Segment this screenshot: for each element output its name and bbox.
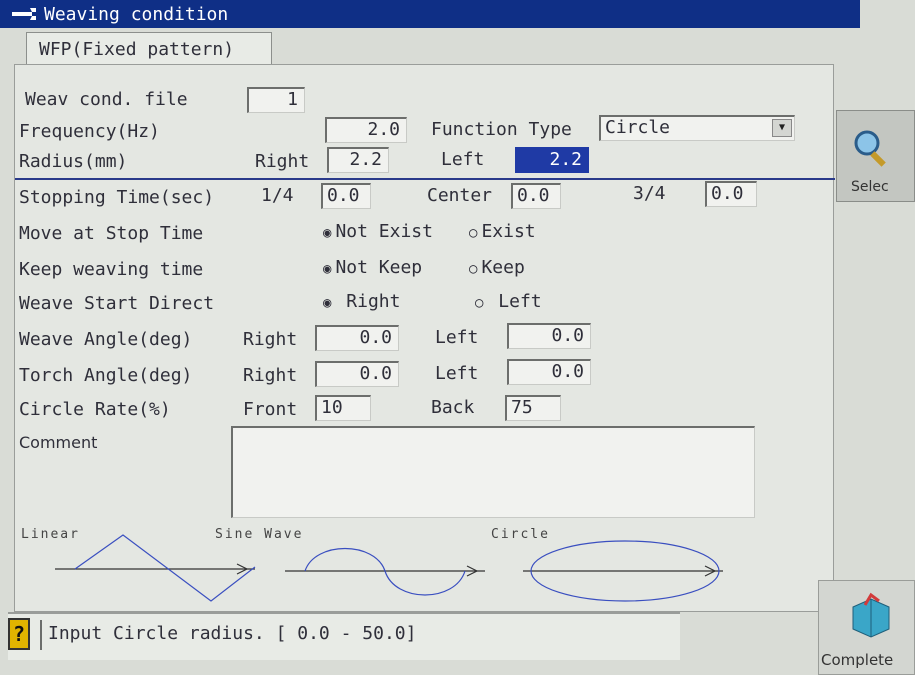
weave-start-label: Weave Start Direct xyxy=(19,293,215,314)
circle-rate-back-input[interactable]: 75 xyxy=(505,395,561,421)
torch-angle-right-input[interactable]: 0.0 xyxy=(315,361,399,387)
radius-right-label: Right xyxy=(255,151,310,172)
radio-unselected-icon[interactable]: ○ xyxy=(469,261,477,277)
move-at-stop-label: Move at Stop Time xyxy=(19,223,204,244)
file-label: Weav cond. file xyxy=(25,89,188,110)
window-title: Weaving condition xyxy=(44,3,229,25)
select-button[interactable]: Selec xyxy=(836,110,915,202)
magnifier-icon xyxy=(854,130,886,167)
weave-angle-left-label: Left xyxy=(435,327,479,348)
start-right-option[interactable]: ◉ Right xyxy=(323,291,400,312)
keep-not-keep-option[interactable]: ◉ Not Keep xyxy=(323,257,422,278)
tab-wfp-fixed-pattern[interactable]: WFP(Fixed pattern) xyxy=(26,32,272,66)
torch-angle-right-label: Right xyxy=(243,365,298,386)
comment-label: Comment xyxy=(19,433,98,452)
dropdown-arrow-icon[interactable]: ▼ xyxy=(772,119,792,137)
status-bar: ? Input Circle radius. [ 0.0 - 50.0] xyxy=(8,612,680,660)
circle-pattern-icon xyxy=(523,540,723,602)
weave-angle-left-input[interactable]: 0.0 xyxy=(507,323,591,349)
start-left-text: Left xyxy=(498,291,542,312)
divider xyxy=(15,178,835,180)
select-button-label: Selec xyxy=(851,179,889,195)
center-label: Center xyxy=(427,185,493,206)
radius-left-label: Left xyxy=(441,149,485,170)
weave-pattern-diagrams xyxy=(55,534,723,602)
three-quarter-label: 3/4 xyxy=(633,183,666,204)
weaving-form-panel: Weav cond. file 1 Frequency(Hz) 2.0 Func… xyxy=(14,64,835,612)
circle-rate-front-input[interactable]: 10 xyxy=(315,395,371,421)
start-left-option[interactable]: ○ Left xyxy=(475,291,542,312)
keep-keep-option[interactable]: ○ Keep xyxy=(469,257,525,278)
comment-textarea[interactable] xyxy=(231,426,755,518)
torch-angle-left-label: Left xyxy=(435,363,479,384)
linear-pattern-icon xyxy=(55,534,256,602)
torch-angle-label: Torch Angle(deg) xyxy=(19,365,193,386)
function-type-label: Function Type xyxy=(431,119,572,140)
complete-button[interactable]: Complete xyxy=(818,580,915,675)
circle-rate-back-label: Back xyxy=(431,397,475,418)
radio-selected-icon[interactable]: ◉ xyxy=(323,261,331,277)
title-bar: Weaving condition xyxy=(0,0,860,28)
radius-left-input[interactable]: 2.2 xyxy=(515,147,589,173)
stopping-time-label: Stopping Time(sec) xyxy=(19,187,215,208)
stopping-quarter-input[interactable]: 0.0 xyxy=(321,183,371,209)
file-input[interactable]: 1 xyxy=(247,87,305,113)
stopping-three-quarter-input[interactable]: 0.0 xyxy=(705,181,757,207)
radio-selected-icon[interactable]: ◉ xyxy=(323,225,331,241)
quarter-label: 1/4 xyxy=(261,185,294,206)
radius-label: Radius(mm) xyxy=(19,151,128,172)
circle-rate-label: Circle Rate(%) xyxy=(19,399,171,420)
keep-weaving-label: Keep weaving time xyxy=(19,259,204,280)
wrench-icon xyxy=(12,8,36,20)
radio-unselected-icon[interactable]: ○ xyxy=(475,295,483,311)
move-not-exist-option[interactable]: ◉ Not Exist xyxy=(323,221,433,242)
help-question-icon: ? xyxy=(8,618,30,650)
keep-not-keep-text: Not Keep xyxy=(335,257,423,278)
function-type-select[interactable]: Circle ▼ xyxy=(599,115,795,141)
weave-angle-label: Weave Angle(deg) xyxy=(19,329,193,350)
radius-right-input[interactable]: 2.2 xyxy=(327,147,389,173)
status-message: Input Circle radius. [ 0.0 - 50.0] xyxy=(40,620,674,650)
weave-angle-right-input[interactable]: 0.0 xyxy=(315,325,399,351)
complete-button-label: Complete xyxy=(821,651,894,669)
keep-keep-text: Keep xyxy=(481,257,525,278)
function-type-value: Circle xyxy=(605,117,671,138)
complete-box-icon xyxy=(852,592,890,638)
stopping-center-input[interactable]: 0.0 xyxy=(511,183,561,209)
move-exist-option[interactable]: ○ Exist xyxy=(469,221,536,242)
move-exist-text: Exist xyxy=(481,221,536,242)
sine-wave-pattern-icon xyxy=(285,547,485,596)
circle-rate-front-label: Front xyxy=(243,399,298,420)
frequency-input[interactable]: 2.0 xyxy=(325,117,407,143)
radio-selected-icon[interactable]: ◉ xyxy=(323,295,331,311)
radio-unselected-icon[interactable]: ○ xyxy=(469,225,477,241)
torch-angle-left-input[interactable]: 0.0 xyxy=(507,359,591,385)
frequency-label: Frequency(Hz) xyxy=(19,121,160,142)
weave-angle-right-label: Right xyxy=(243,329,298,350)
start-right-text: Right xyxy=(346,291,401,312)
move-not-exist-text: Not Exist xyxy=(335,221,433,242)
